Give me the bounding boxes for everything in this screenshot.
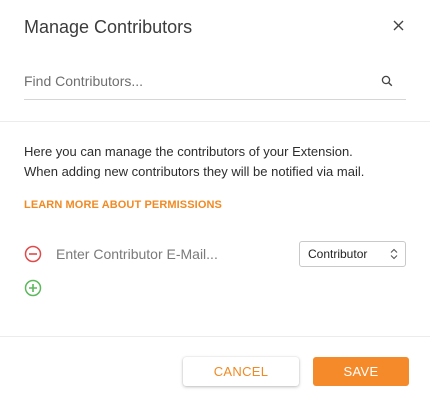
description-line-2: When adding new contributors they will b… bbox=[24, 164, 365, 179]
up-down-arrows-icon bbox=[390, 248, 398, 260]
close-icon bbox=[393, 20, 403, 30]
divider bbox=[0, 121, 430, 122]
description-line-1: Here you can manage the contributors of … bbox=[24, 144, 353, 159]
dialog-title: Manage Contributors bbox=[24, 17, 193, 37]
learn-more-permissions-link[interactable]: LEARN MORE ABOUT PERMISSIONS bbox=[24, 199, 222, 211]
role-select[interactable]: Contributor bbox=[299, 241, 406, 267]
remove-circle-icon[interactable] bbox=[24, 245, 42, 263]
cancel-button[interactable]: CANCEL bbox=[183, 357, 299, 386]
description-text: Here you can manage the contributors of … bbox=[24, 142, 414, 182]
close-button[interactable] bbox=[388, 15, 408, 35]
add-circle-icon[interactable] bbox=[24, 279, 42, 297]
contributor-email-input[interactable] bbox=[56, 243, 286, 265]
role-select-value: Contributor bbox=[308, 247, 368, 261]
save-button[interactable]: SAVE bbox=[313, 357, 409, 386]
divider bbox=[0, 336, 430, 337]
search-icon[interactable] bbox=[381, 75, 393, 87]
manage-contributors-dialog: Manage Contributors Here you can manage … bbox=[0, 0, 430, 408]
search-input[interactable] bbox=[24, 70, 364, 92]
contributor-row: Contributor bbox=[24, 240, 406, 268]
search-field bbox=[24, 62, 406, 100]
